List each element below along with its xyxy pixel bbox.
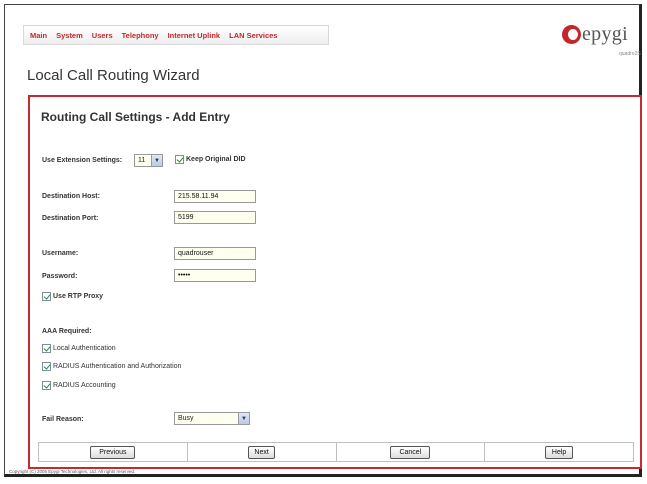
window-frame: Main System Users Telephony Internet Upl… — [4, 4, 642, 477]
username-input[interactable]: quadrouser — [174, 247, 256, 260]
fail-reason-label: Fail Reason: — [42, 416, 84, 423]
fail-reason-value: Busy — [178, 415, 194, 422]
wizard-panel: Routing Call Settings - Add Entry Use Ex… — [28, 95, 642, 469]
extension-select[interactable]: 11 ▼ — [134, 154, 163, 167]
nav-item-system[interactable]: System — [56, 31, 83, 40]
button-bar: Previous Next Cancel Help — [38, 442, 634, 462]
username-label: Username: — [42, 250, 79, 257]
cancel-cell: Cancel — [337, 443, 486, 461]
checkbox-checked-icon — [175, 155, 184, 164]
nav-item-telephony[interactable]: Telephony — [122, 31, 159, 40]
nav-item-users[interactable]: Users — [92, 31, 113, 40]
local-authentication-label: Local Authentication — [53, 345, 116, 352]
previous-button[interactable]: Previous — [90, 445, 136, 459]
radius-accounting-checkbox[interactable]: RADIUS Accounting — [42, 381, 116, 390]
logo-mark-icon — [562, 25, 581, 44]
copyright-text: Copyright (C) 2005 Epygi Technologies, L… — [9, 469, 136, 474]
model-label: quadro2S — [619, 51, 641, 57]
epygi-logo: epygi — [562, 23, 628, 46]
top-nav-bar: Main System Users Telephony Internet Upl… — [23, 25, 329, 45]
radius-authentication-checkbox[interactable]: RADIUS Authentication and Authorization — [42, 362, 181, 371]
checkbox-checked-icon — [42, 344, 51, 353]
use-rtp-proxy-label: Use RTP Proxy — [53, 293, 104, 300]
destination-host-input[interactable]: 215.58.11.94 — [174, 190, 256, 203]
panel-title: Routing Call Settings - Add Entry — [41, 110, 230, 124]
checkbox-checked-icon — [42, 362, 51, 371]
keep-original-did-checkbox[interactable]: Keep Original DID — [175, 155, 246, 164]
radius-accounting-label: RADIUS Accounting — [53, 382, 116, 389]
password-label: Password: — [42, 273, 78, 280]
fail-reason-select[interactable]: Busy ▼ — [174, 412, 250, 425]
cancel-button[interactable]: Cancel — [390, 445, 431, 459]
nav-item-internet-uplink[interactable]: Internet Uplink — [168, 31, 221, 40]
chevron-down-icon: ▼ — [151, 155, 162, 166]
page-title: Local Call Routing Wizard — [27, 67, 200, 84]
extension-select-value: 11 — [138, 157, 146, 164]
previous-cell: Previous — [39, 443, 188, 461]
local-authentication-checkbox[interactable]: Local Authentication — [42, 344, 116, 353]
destination-port-label: Destination Port: — [42, 215, 99, 222]
password-input[interactable]: ••••• — [174, 269, 256, 282]
use-rtp-proxy-checkbox[interactable]: Use RTP Proxy — [42, 292, 103, 301]
use-extension-settings-label: Use Extension Settings: — [42, 157, 123, 164]
help-cell: Help — [485, 443, 633, 461]
nav-item-lan-services[interactable]: LAN Services — [229, 31, 277, 40]
help-button[interactable]: Help — [544, 445, 574, 459]
chevron-down-icon: ▼ — [238, 413, 249, 424]
destination-port-input[interactable]: 5199 — [174, 211, 256, 224]
next-cell: Next — [188, 443, 337, 461]
nav-item-main[interactable]: Main — [30, 31, 47, 40]
keep-original-did-label: Keep Original DID — [186, 156, 246, 163]
checkbox-checked-icon — [42, 292, 51, 301]
next-button[interactable]: Next — [248, 445, 275, 459]
aaa-required-label: AAA Required: — [42, 328, 92, 335]
radius-authentication-label: RADIUS Authentication and Authorization — [53, 363, 182, 370]
destination-host-label: Destination Host: — [42, 193, 100, 200]
logo-text: epygi — [582, 23, 628, 45]
checkbox-checked-icon — [42, 381, 51, 390]
